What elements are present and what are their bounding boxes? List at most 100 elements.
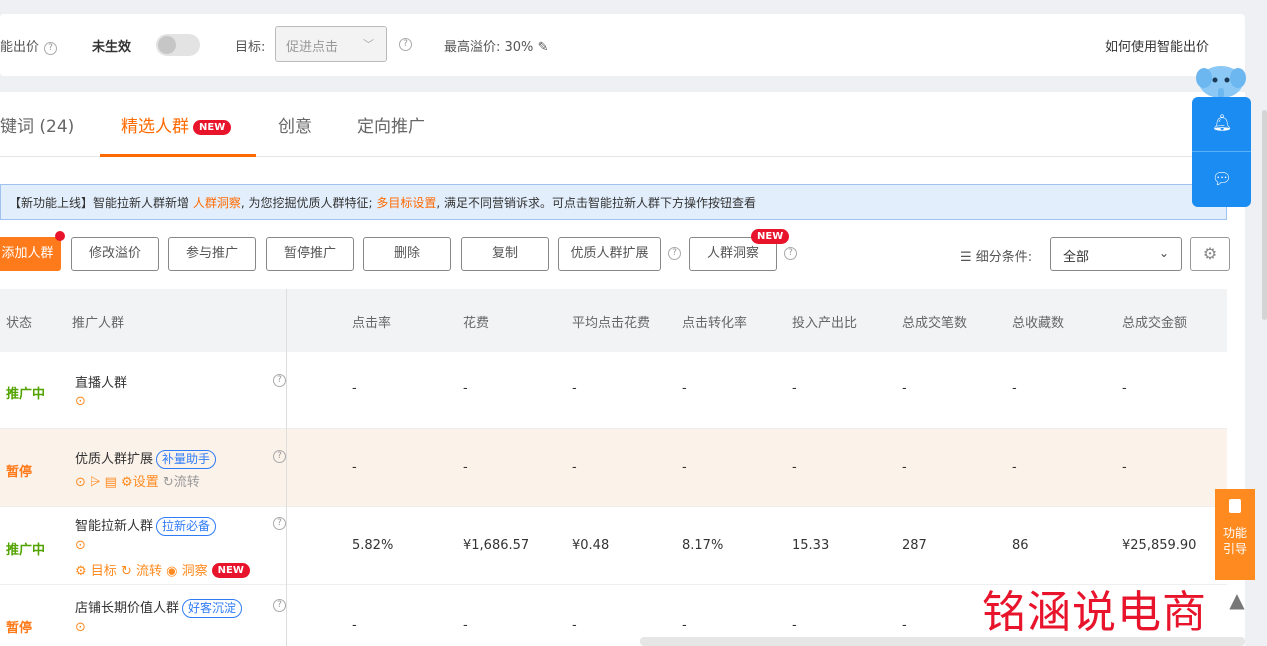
table-row: 推广中 智能拉新人群 拉新必备 ⊙ ⚙ 目标 ↻ 流转 ◉ 洞察 NEW ? 5.8… — [0, 507, 1227, 585]
cell-roi: - — [792, 460, 797, 475]
chevron-down-icon: ﹀ — [363, 38, 374, 51]
notice-banner: 【新功能上线】智能拉新人群新增 人群洞察, 为您挖掘优质人群特征; 多目标设置,… — [0, 184, 1227, 220]
cell-orders: 287 — [902, 538, 927, 553]
filter-select[interactable]: 全部 ⌄ — [1050, 237, 1182, 271]
tab-creative[interactable]: 创意 — [278, 112, 312, 137]
gear-icon: ⚙ — [75, 564, 87, 579]
tab-selected-crowds[interactable]: 精选人群 NEW — [121, 112, 232, 137]
table-row: 暂停 优质人群扩展 补量助手 ⊙ ⩥ ▤ ⚙设置 ↻流转 ? - - - - - … — [0, 429, 1227, 507]
col-status: 状态 — [6, 316, 33, 331]
col-orders[interactable]: 总成交笔数 — [902, 312, 967, 331]
target-select[interactable]: 促进点击 ﹀ — [275, 26, 387, 62]
crowd-name: 优质人群扩展 补量助手 — [75, 448, 217, 469]
play-icon[interactable]: ⊙ — [75, 475, 86, 490]
bell-icon[interactable]: 🔔︎ — [1211, 113, 1233, 132]
col-cost[interactable]: 花费 — [463, 312, 489, 331]
help-icon[interactable]: ? — [784, 247, 797, 260]
notice-link-multi-target[interactable]: 多目标设置 — [376, 196, 436, 210]
settings-gear-button[interactable]: ⚙ — [1190, 237, 1230, 271]
main-panel: 键词 (24) 精选人群 NEW 创意 定向推广 【新功能上线】智能拉新人群新增 … — [0, 92, 1245, 646]
watermark: 铭涵说电商 — [982, 587, 1207, 638]
cell-avg-cpc: - — [572, 460, 577, 475]
help-icon[interactable]: ? — [668, 247, 681, 260]
add-crowd-button[interactable]: 添加人群 — [0, 237, 61, 271]
status-label: 未生效 — [92, 40, 132, 55]
notice-link-insight[interactable]: 人群洞察 — [193, 196, 241, 210]
copy-button[interactable]: 复制 — [461, 237, 549, 271]
col-favorites[interactable]: 总收藏数 — [1012, 312, 1064, 331]
help-icon[interactable]: ? — [268, 372, 286, 387]
target-link[interactable]: 目标 — [91, 564, 117, 579]
back-to-top-icon[interactable]: ▲ — [1222, 588, 1252, 618]
cell-favorites: 86 — [1012, 538, 1029, 553]
cell-cvr: - — [682, 618, 687, 633]
max-premium: 最高溢价: 30% ✎ — [444, 40, 549, 55]
col-crowd: 推广人群 — [72, 316, 125, 331]
pause-icon[interactable]: ⊙ — [75, 538, 86, 553]
crowd-name: 智能拉新人群 拉新必备 — [75, 515, 217, 536]
list-icon: ☰ — [960, 250, 972, 265]
col-ctr[interactable]: 点击率 — [352, 312, 391, 331]
transfer-link[interactable]: 流转 — [174, 475, 200, 490]
col-cvr[interactable]: 点击转化率 — [682, 312, 747, 331]
cell-ctr: 5.82% — [352, 538, 394, 553]
gear-icon[interactable]: ⚙ — [121, 475, 133, 490]
new-badge: NEW — [193, 120, 232, 135]
help-icon[interactable]: ? — [268, 597, 286, 612]
cell-cost: ¥1,686.57 — [463, 538, 530, 553]
col-gmv[interactable]: 总成交金额 — [1122, 312, 1187, 331]
help-icon[interactable]: ? — [268, 515, 286, 530]
row-ops: ⚙ 目标 ↻ 流转 ◉ 洞察 NEW — [75, 560, 250, 579]
settings-link[interactable]: 设置 — [133, 475, 159, 490]
smart-bid-bar: 能出价? 未生效 目标: 促进点击 ﹀ ? 最高溢价: 30% ✎ 如何使用智能出… — [0, 14, 1245, 76]
crowd-tag: 拉新必备 — [156, 517, 217, 536]
help-link[interactable]: 如何使用智能出价 — [1105, 36, 1209, 55]
document-icon — [1229, 499, 1241, 513]
cell-avg-cpc: - — [572, 381, 577, 396]
filter-label: ☰ 细分条件: — [960, 250, 1033, 265]
list-icon[interactable]: ▤ — [105, 475, 117, 490]
eye-icon: ◉ — [166, 564, 178, 579]
smart-bid-toggle[interactable] — [156, 34, 200, 56]
help-icon[interactable]: ? — [394, 36, 412, 51]
cell-cvr: 8.17% — [682, 538, 724, 553]
tab-keywords[interactable]: 键词 (24) — [0, 112, 74, 137]
edit-icon[interactable]: ✎ — [538, 40, 549, 55]
feature-guide-button[interactable]: 功能 引导 — [1215, 489, 1255, 580]
cell-ctr: - — [352, 618, 357, 633]
help-icon[interactable]: ? — [268, 448, 286, 463]
frozen-column-divider — [286, 289, 287, 646]
modify-premium-button[interactable]: 修改溢价 — [71, 237, 159, 271]
cell-roi: 15.33 — [792, 538, 830, 553]
expand-crowd-button[interactable]: 优质人群扩展 — [558, 237, 661, 271]
join-promotion-button[interactable]: 参与推广 — [168, 237, 256, 271]
table-row: 推广中 直播人群 ⊙ ? - - - - - - - - — [0, 352, 1227, 429]
status-badge: 推广中 — [6, 543, 46, 558]
col-avg-cpc[interactable]: 平均点击花费 — [572, 312, 650, 331]
cell-orders: - — [902, 381, 907, 396]
help-icon[interactable]: ? — [44, 42, 58, 55]
play-icon[interactable]: ⊙ — [75, 620, 86, 635]
insight-link[interactable]: 洞察 — [182, 564, 208, 579]
vertical-scrollbar[interactable] — [1262, 110, 1267, 320]
elephant-mascot-icon[interactable] — [1196, 60, 1246, 100]
cell-orders: - — [902, 618, 907, 633]
cell-cost: - — [463, 618, 468, 633]
status-badge: 推广中 — [6, 387, 46, 402]
new-badge: NEW — [211, 563, 250, 578]
chat-icon[interactable]: 💬︎ — [1211, 169, 1233, 188]
delete-button[interactable]: 删除 — [363, 237, 451, 271]
pause-promotion-button[interactable]: 暂停推广 — [266, 237, 354, 271]
action-toolbar: 添加人群 修改溢价 参与推广 暂停推广 删除 复制 优质人群扩展 ? 人群洞察 … — [0, 229, 1245, 273]
tab-targeted[interactable]: 定向推广 — [357, 112, 425, 137]
col-roi[interactable]: 投入产出比 — [792, 312, 857, 331]
floating-service-panel: 🔔︎ 💬︎ — [1192, 97, 1251, 207]
smart-bid-label: 能出价? — [0, 36, 58, 55]
pause-icon[interactable]: ⊙ — [75, 394, 86, 409]
crowd-tag: 好客沉淀 — [182, 599, 243, 618]
transfer-link[interactable]: 流转 — [136, 564, 162, 579]
cell-roi: - — [792, 618, 797, 633]
crowd-name: 直播人群 — [75, 376, 128, 391]
cell-gmv: - — [1122, 381, 1127, 396]
chart-icon[interactable]: ⩥ — [90, 475, 100, 490]
